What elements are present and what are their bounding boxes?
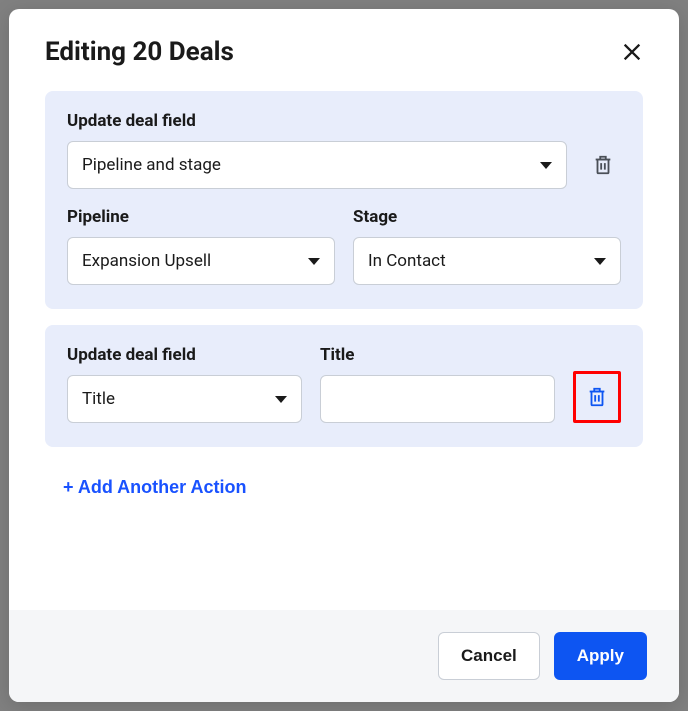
delete-action-button[interactable] (573, 371, 621, 423)
close-icon (621, 41, 643, 63)
pipeline-select[interactable]: Expansion Upsell (67, 237, 335, 285)
trash-icon (592, 154, 614, 176)
select-value: Expansion Upsell (82, 251, 211, 271)
deal-field-select[interactable]: Title (67, 375, 302, 423)
edit-deals-modal: Editing 20 Deals Update deal field Pipel… (9, 9, 679, 702)
field-group-title: Title (320, 345, 555, 423)
select-value: In Contact (368, 251, 446, 271)
deal-field-select[interactable]: Pipeline and stage (67, 141, 567, 189)
field-label: Stage (353, 207, 621, 227)
field-group-stage: Stage In Contact (353, 207, 621, 285)
modal-header: Editing 20 Deals (9, 9, 679, 81)
field-group-update: Update deal field Title (67, 345, 302, 423)
modal-footer: Cancel Apply (9, 610, 679, 702)
stage-select[interactable]: In Contact (353, 237, 621, 285)
cancel-button[interactable]: Cancel (438, 632, 540, 680)
field-group-pipeline: Pipeline Expansion Upsell (67, 207, 335, 285)
apply-button[interactable]: Apply (554, 632, 647, 680)
chevron-down-icon (275, 396, 287, 403)
chevron-down-icon (308, 258, 320, 265)
chevron-down-icon (540, 162, 552, 169)
select-value: Title (82, 389, 115, 409)
close-button[interactable] (617, 37, 647, 67)
select-value: Pipeline and stage (82, 155, 221, 175)
title-input[interactable] (320, 375, 555, 423)
delete-action-button[interactable] (585, 141, 621, 189)
trash-icon (586, 386, 608, 408)
chevron-down-icon (594, 258, 606, 265)
field-label: Update deal field (67, 111, 567, 131)
modal-body: Update deal field Pipeline and stage (9, 81, 679, 610)
field-group-update: Update deal field Pipeline and stage (67, 111, 567, 189)
modal-title: Editing 20 Deals (45, 37, 234, 67)
add-action-button[interactable]: + Add Another Action (45, 463, 247, 504)
field-label: Pipeline (67, 207, 335, 227)
action-card: Update deal field Pipeline and stage (45, 91, 643, 309)
field-label: Title (320, 345, 555, 365)
field-label: Update deal field (67, 345, 302, 365)
action-card: Update deal field Title Title (45, 325, 643, 447)
